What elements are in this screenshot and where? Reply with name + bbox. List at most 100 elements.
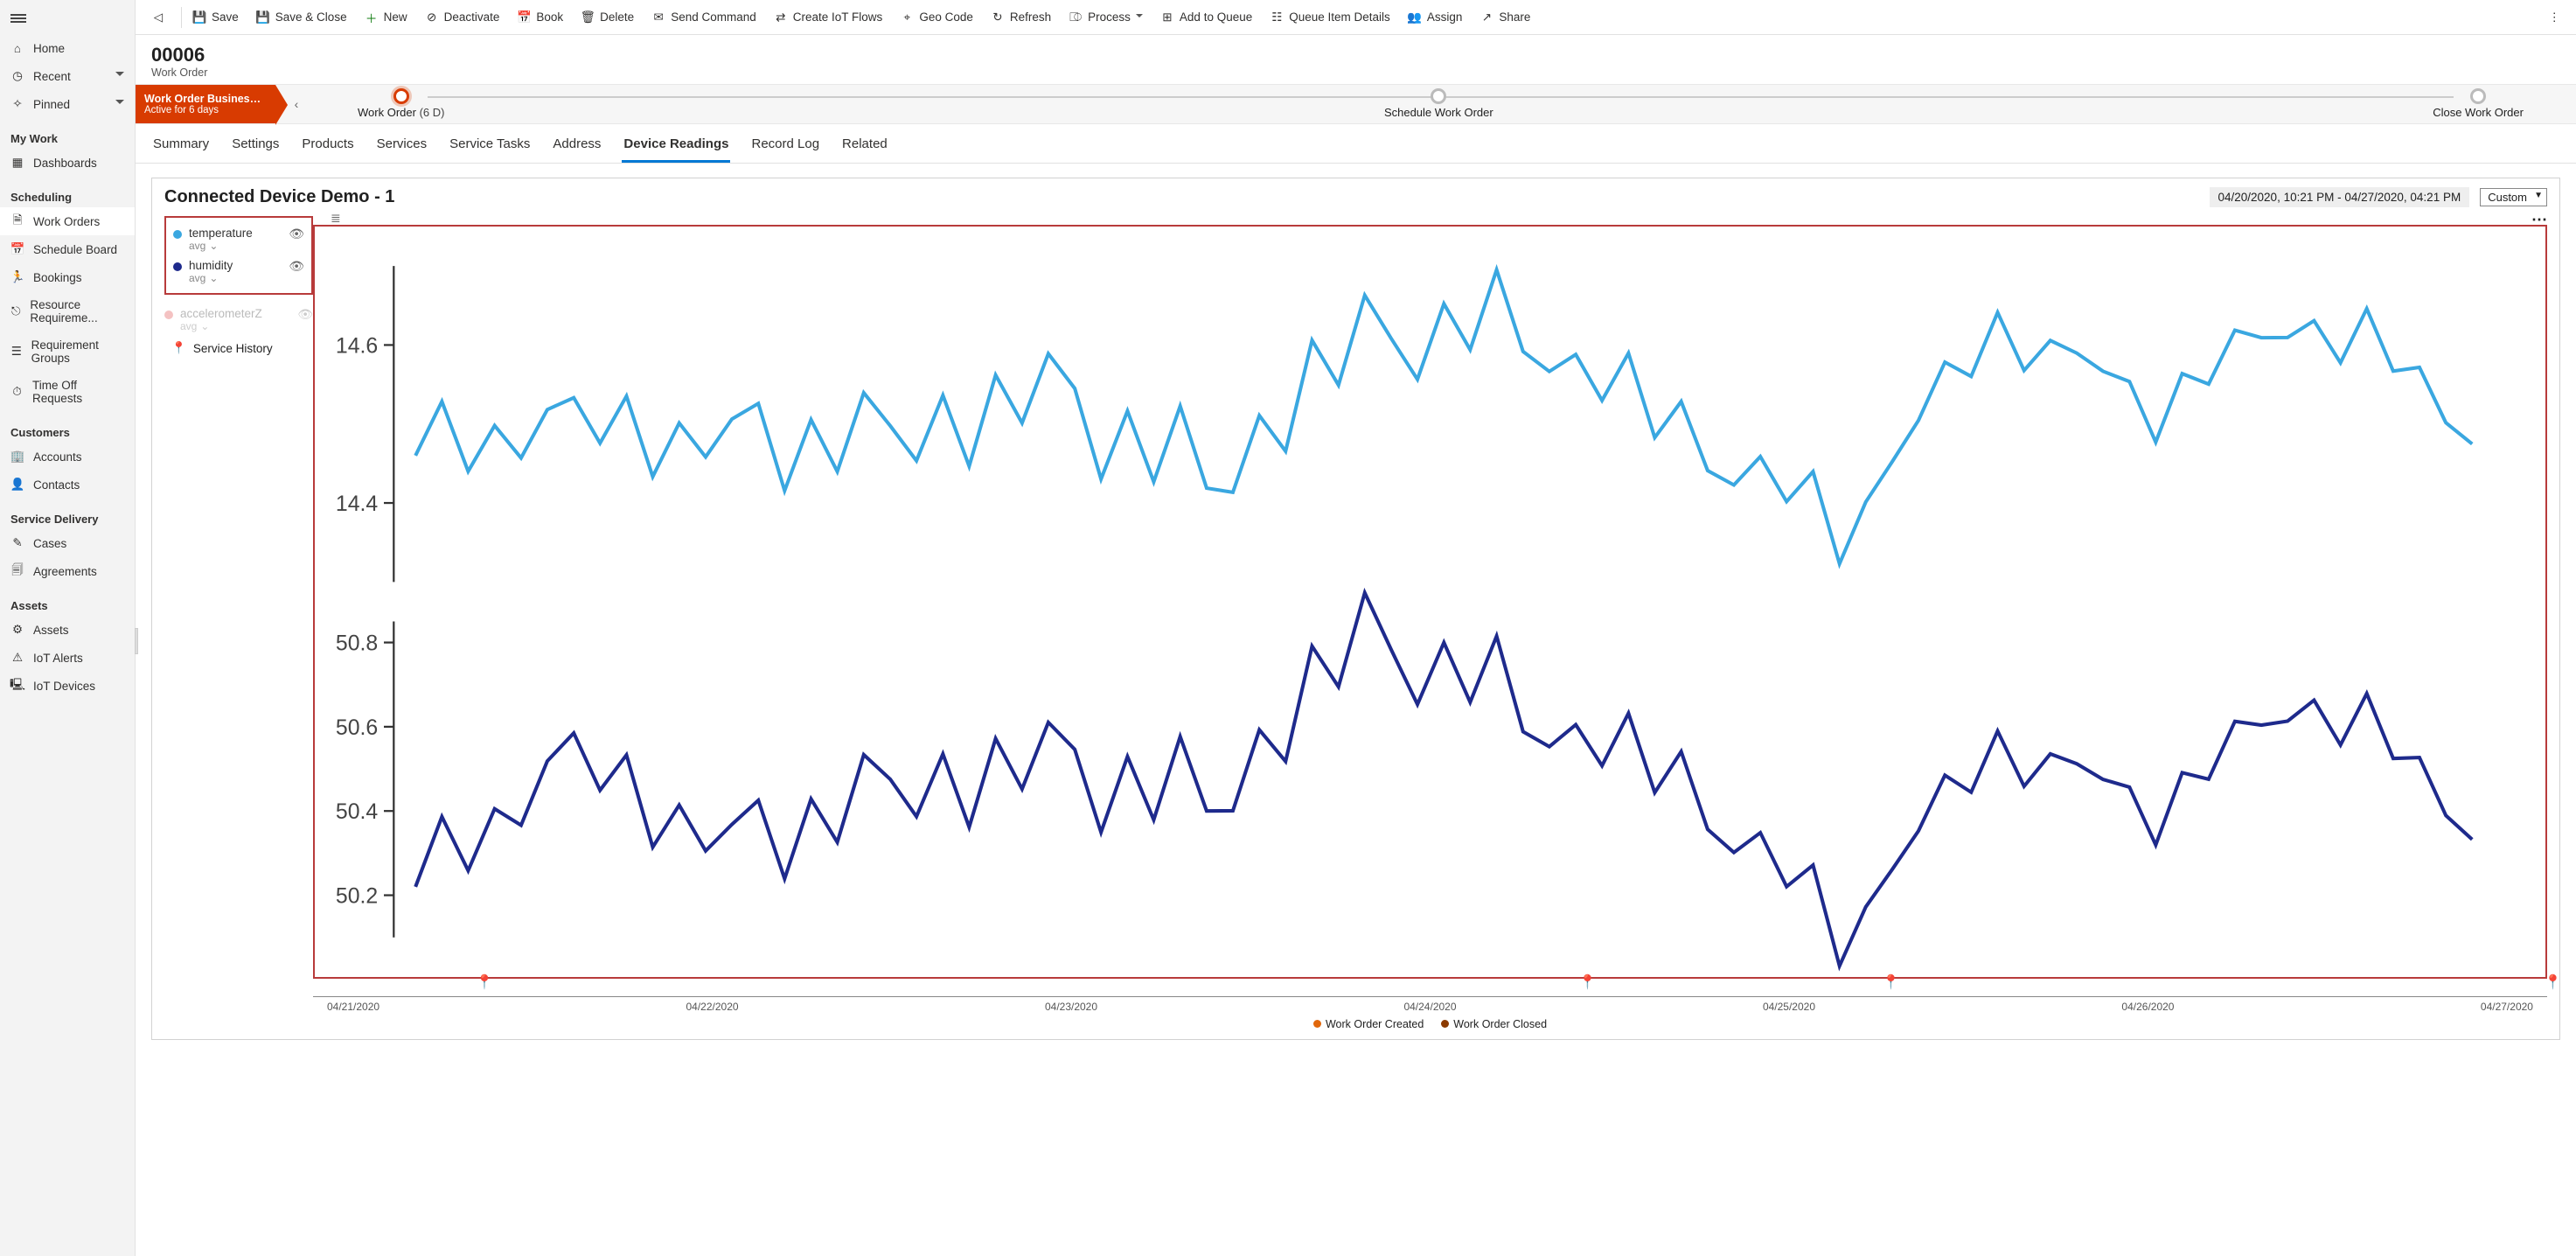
- footer-legend-work-order-created: Work Order Created: [1313, 1018, 1424, 1030]
- nav-item-requirement-groups[interactable]: ☰Requirement Groups: [0, 331, 135, 372]
- legend-agg[interactable]: avg ⌄: [189, 272, 233, 284]
- nav-item-iot-devices[interactable]: 🖳IoT Devices: [0, 672, 135, 700]
- legend-dot: [173, 230, 182, 239]
- trash-icon: 🗑: [581, 10, 595, 24]
- cmd-geo-code[interactable]: ⌖Geo Code: [891, 7, 982, 28]
- nav-item-assets[interactable]: ⚙Assets: [0, 616, 135, 644]
- legend-dot: [173, 262, 182, 271]
- nav-item-schedule-board[interactable]: 📅Schedule Board: [0, 235, 135, 263]
- nav-item-dashboards[interactable]: ▦Dashboards: [0, 149, 135, 177]
- tab-summary[interactable]: Summary: [151, 128, 211, 163]
- nav-item-work-orders[interactable]: 🗎 Work Orders: [0, 207, 135, 235]
- cmd-refresh[interactable]: ↻Refresh: [982, 7, 1060, 28]
- legend-humidity[interactable]: humidityavg ⌄👁: [173, 255, 304, 288]
- cmd-deactivate[interactable]: ⊘Deactivate: [416, 7, 509, 28]
- chevron-down-icon: ⌄: [209, 272, 218, 284]
- cmd-new[interactable]: ＋New: [356, 7, 416, 28]
- legend-dot: [1313, 1020, 1321, 1028]
- cmd-assign[interactable]: 👥Assign: [1399, 7, 1472, 28]
- bpf-stage-close-work-order[interactable]: Close Work Order: [2433, 88, 2524, 119]
- bpf-ribbon[interactable]: Work Order Business Pro... Active for 6 …: [136, 85, 275, 123]
- visibility-toggle-icon[interactable]: 👁: [297, 307, 313, 322]
- bpf-stage-schedule-work-order[interactable]: Schedule Work Order: [1384, 88, 1493, 119]
- legend-agg[interactable]: avg ⌄: [180, 320, 262, 332]
- x-tick: 04/26/2020: [2121, 1001, 2174, 1013]
- nav-home[interactable]: ⌂Home: [0, 34, 135, 62]
- visibility-toggle-icon[interactable]: 👁: [289, 259, 304, 274]
- nav-item-agreements[interactable]: 🗐Agreements: [0, 557, 135, 585]
- timeoff-icon: ⏱: [10, 385, 24, 399]
- service-marker-icon[interactable]: 📍: [476, 973, 493, 991]
- bpf-collapse-button[interactable]: ‹: [288, 85, 305, 123]
- sidebar-resize-handle[interactable]: [135, 628, 138, 654]
- cmd-send-command[interactable]: ✉Send Command: [643, 7, 765, 28]
- nav-label: Requirement Groups: [31, 338, 124, 365]
- home-icon: ⌂: [10, 41, 24, 55]
- nav-label: Work Orders: [33, 215, 100, 228]
- nav-label: Accounts: [33, 450, 82, 464]
- service-marker-icon[interactable]: 📍: [2545, 973, 2562, 991]
- nav-pinned[interactable]: ✧Pinned: [0, 90, 135, 118]
- cmd-add-to-queue[interactable]: ⊞Add to Queue: [1152, 7, 1261, 28]
- x-tick: 04/22/2020: [686, 1001, 738, 1013]
- cmd-save-close[interactable]: 💾Save & Close: [247, 7, 356, 28]
- bpf-stage-work-order[interactable]: Work Order (6 D): [358, 88, 444, 119]
- nav-recent[interactable]: ◷Recent: [0, 62, 135, 90]
- calendar-icon: 📅: [10, 242, 24, 256]
- svg-text:50.8: 50.8: [336, 632, 378, 656]
- tab-services[interactable]: Services: [375, 128, 429, 163]
- legend-label: temperature: [189, 227, 253, 240]
- hamburger-icon[interactable]: [10, 12, 26, 24]
- building-icon: 🏢: [10, 450, 24, 464]
- tab-address[interactable]: Address: [551, 128, 602, 163]
- overflow-button[interactable]: ⋮: [2540, 7, 2570, 28]
- cmd-label: Queue Item Details: [1289, 10, 1390, 24]
- cmd-share[interactable]: ↗Share: [1471, 7, 1539, 28]
- cmd-book[interactable]: 📅Book: [508, 7, 572, 28]
- legend-temperature[interactable]: temperatureavg ⌄ 👁: [173, 223, 304, 255]
- refresh-icon: ↻: [991, 10, 1005, 24]
- tab-device-readings[interactable]: Device Readings: [622, 128, 730, 163]
- cmd-label: Create IoT Flows: [793, 10, 883, 24]
- nav-item-resource-requireme-[interactable]: ⎋Resource Requireme...: [0, 291, 135, 331]
- chart-legend-active-box: temperatureavg ⌄👁humidityavg ⌄👁: [164, 216, 313, 295]
- cmd-save[interactable]: 💾Save: [184, 7, 247, 28]
- cmd-delete[interactable]: 🗑Delete: [572, 7, 643, 28]
- back-button[interactable]: ◁: [143, 7, 179, 28]
- nav-item-accounts[interactable]: 🏢 Accounts: [0, 443, 135, 471]
- bpf-dot: [2470, 88, 2486, 104]
- legend-accelerometerZ[interactable]: accelerometerZavg ⌄ 👁: [164, 304, 313, 336]
- clipboard-icon: 🗎: [10, 214, 24, 228]
- bpf-name: Work Order Business Pro...: [144, 93, 267, 105]
- tab-related[interactable]: Related: [840, 128, 889, 163]
- layers-icon[interactable]: ≣: [331, 211, 341, 226]
- bpf-stages: Work Order (6 D) Schedule Work Order Close…: [305, 85, 2576, 123]
- cmd-process[interactable]: ⎄Process: [1060, 7, 1152, 28]
- cmd-create-iot-flows[interactable]: ⇄Create IoT Flows: [765, 7, 892, 28]
- cmd-queue-item-details[interactable]: ☷Queue Item Details: [1261, 7, 1399, 28]
- date-range[interactable]: 04/20/2020, 10:21 PM - 04/27/2020, 04:21…: [2210, 187, 2470, 207]
- alert-icon: ⚠: [10, 651, 24, 665]
- nav-item-time-off-requests[interactable]: ⏱Time Off Requests: [0, 372, 135, 412]
- nav-item-contacts[interactable]: 👤Contacts: [0, 471, 135, 499]
- nav-item-bookings[interactable]: 🏃Bookings: [0, 263, 135, 291]
- calendar-icon: 📅: [517, 10, 531, 24]
- legend-agg[interactable]: avg ⌄: [189, 240, 253, 252]
- nav-item-cases[interactable]: ✎Cases: [0, 529, 135, 557]
- doc-icon: 🗐: [10, 564, 24, 578]
- legend-label: accelerometerZ: [180, 307, 262, 320]
- svg-text:14.6: 14.6: [336, 334, 378, 358]
- pin-icon: 📍: [171, 341, 186, 355]
- tab-settings[interactable]: Settings: [230, 128, 281, 163]
- service-marker-icon[interactable]: 📍: [1579, 973, 1597, 991]
- service-history-toggle[interactable]: 📍 Service History: [164, 336, 313, 360]
- record-type: Work Order: [151, 66, 2560, 79]
- nav-item-iot-alerts[interactable]: ⚠IoT Alerts: [0, 644, 135, 672]
- tab-products[interactable]: Products: [300, 128, 355, 163]
- range-preset-select[interactable]: Custom: [2480, 188, 2547, 206]
- tab-record-log[interactable]: Record Log: [749, 128, 821, 163]
- visibility-toggle-icon[interactable]: 👁: [289, 227, 304, 241]
- service-marker-icon[interactable]: 📍: [1883, 973, 1900, 991]
- x-axis: 04/21/202004/22/202004/23/202004/24/2020…: [313, 996, 2547, 1013]
- tab-service-tasks[interactable]: Service Tasks: [448, 128, 532, 163]
